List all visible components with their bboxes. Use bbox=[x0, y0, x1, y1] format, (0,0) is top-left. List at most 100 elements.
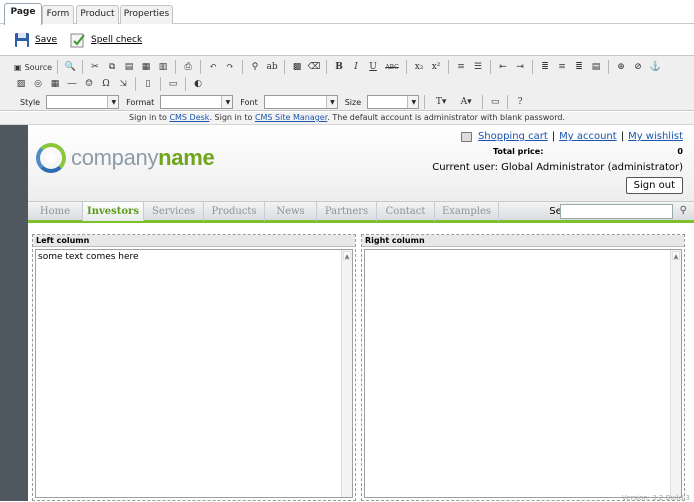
cms-desk-link[interactable]: CMS Desk bbox=[169, 113, 209, 122]
special-char-icon[interactable]: Ω bbox=[99, 77, 113, 91]
shopping-cart-link[interactable]: Shopping cart bbox=[478, 131, 548, 142]
toolbar-separator bbox=[532, 60, 534, 74]
sign-out-button[interactable]: Sign out bbox=[625, 177, 683, 194]
toolbar-separator bbox=[135, 77, 136, 91]
cms-site-manager-link[interactable]: CMS Site Manager bbox=[255, 113, 327, 122]
site-preview: companyname Shopping cart | My account |… bbox=[28, 125, 694, 502]
search-icon[interactable]: ⚲ bbox=[680, 205, 687, 216]
superscript-icon[interactable]: x² bbox=[429, 60, 443, 74]
chevron-down-icon: ▼ bbox=[111, 99, 117, 106]
style-select[interactable]: ▼ bbox=[46, 95, 120, 109]
company-logo[interactable]: companyname bbox=[36, 143, 215, 173]
format-label: Format bbox=[126, 97, 155, 107]
underline-button[interactable]: U bbox=[366, 60, 380, 74]
replace-icon[interactable]: ab bbox=[265, 60, 279, 74]
undo-icon[interactable]: ↶ bbox=[206, 60, 220, 74]
logo-ring-icon bbox=[36, 143, 66, 173]
page-break-icon[interactable]: ⇲ bbox=[116, 77, 130, 91]
strikethrough-button[interactable]: ABC bbox=[383, 60, 401, 74]
spell-check-label: Spell check bbox=[91, 35, 143, 45]
remove-format-icon[interactable]: ⌫ bbox=[307, 60, 321, 74]
toolbar-separator bbox=[490, 60, 492, 74]
print-icon[interactable]: ⎙ bbox=[181, 60, 195, 74]
left-column-scrollbar[interactable]: ▲ bbox=[341, 250, 352, 497]
flash-icon[interactable]: ◎ bbox=[31, 77, 45, 91]
redo-icon[interactable]: ↷ bbox=[223, 60, 237, 74]
scroll-up-icon[interactable]: ▲ bbox=[343, 251, 351, 260]
help-icon[interactable]: ? bbox=[513, 95, 527, 109]
mode-tab-bar: Page Form Product Properties bbox=[0, 0, 694, 25]
unlink-icon[interactable]: ⊘ bbox=[631, 60, 645, 74]
maximize-icon[interactable]: ▭ bbox=[488, 95, 502, 109]
copy-icon[interactable]: ⧉ bbox=[105, 60, 119, 74]
size-label: Size bbox=[344, 97, 362, 107]
search-input[interactable] bbox=[560, 204, 673, 219]
tab-product[interactable]: Product bbox=[76, 5, 119, 24]
image-icon[interactable]: ▨ bbox=[14, 77, 28, 91]
cut-icon[interactable]: ✂ bbox=[88, 60, 102, 74]
media-icon[interactable]: ◐ bbox=[191, 77, 205, 91]
background-color-icon[interactable]: A▾ bbox=[455, 95, 477, 109]
table-icon[interactable]: ▦ bbox=[48, 77, 62, 91]
right-column-editor[interactable]: ▲ bbox=[364, 249, 682, 498]
nav-partners[interactable]: Partners bbox=[317, 202, 377, 221]
tab-properties[interactable]: Properties bbox=[120, 5, 173, 24]
nav-contact[interactable]: Contact bbox=[377, 202, 435, 221]
spell-check-button[interactable]: Spell check bbox=[70, 31, 142, 49]
logo-text: companyname bbox=[71, 145, 215, 171]
spell-check-icon bbox=[70, 33, 85, 48]
horizontal-rule-icon[interactable]: ― bbox=[65, 77, 79, 91]
link-separator: | bbox=[551, 131, 556, 142]
size-select[interactable]: ▼ bbox=[367, 95, 420, 109]
numbered-list-icon[interactable]: ≡ bbox=[454, 60, 468, 74]
toolbar-separator bbox=[242, 60, 244, 74]
align-left-icon[interactable]: ≣ bbox=[538, 60, 552, 74]
nav-examples[interactable]: Examples bbox=[435, 202, 499, 221]
find-icon[interactable]: ⚲ bbox=[248, 60, 262, 74]
tab-page[interactable]: Page bbox=[4, 3, 42, 25]
preview-icon[interactable]: 🔍 bbox=[63, 60, 77, 74]
scroll-up-icon[interactable]: ▲ bbox=[672, 251, 680, 260]
tab-form[interactable]: Form bbox=[42, 5, 74, 24]
save-button[interactable]: Save bbox=[14, 31, 57, 49]
paste-text-icon[interactable]: ▦ bbox=[139, 60, 153, 74]
document-icon[interactable]: ▯ bbox=[141, 77, 155, 91]
floppy-disk-icon bbox=[15, 33, 29, 47]
paste-word-icon[interactable]: ▥ bbox=[156, 60, 170, 74]
toolbar-separator bbox=[175, 60, 177, 74]
right-column-zone: Right column ▲ bbox=[361, 234, 685, 501]
left-column-editor[interactable]: some text comes here ▲ bbox=[35, 249, 353, 498]
anchor-icon[interactable]: ⚓ bbox=[648, 60, 662, 74]
align-center-icon[interactable]: ≡ bbox=[555, 60, 569, 74]
smiley-icon[interactable]: ☺ bbox=[82, 77, 96, 91]
link-icon[interactable]: ⊕ bbox=[614, 60, 628, 74]
toolbar-separator bbox=[424, 95, 426, 109]
editor-toolbar: ▣ Source 🔍 ✂ ⧉ ▤ ▦ ▥ ⎙ ↶ ↷ ⚲ ab ▩ ⌫ B I U… bbox=[0, 55, 694, 111]
nav-services[interactable]: Services bbox=[144, 202, 204, 221]
toolbar-separator bbox=[200, 60, 202, 74]
source-button[interactable]: ▣ Source bbox=[14, 60, 52, 74]
bulleted-list-icon[interactable]: ☰ bbox=[471, 60, 485, 74]
justify-icon[interactable]: ▤ bbox=[589, 60, 603, 74]
font-select[interactable]: ▼ bbox=[263, 95, 338, 109]
indent-icon[interactable]: ⇥ bbox=[513, 60, 527, 74]
bold-button[interactable]: B bbox=[332, 60, 346, 74]
select-all-icon[interactable]: ▩ bbox=[290, 60, 304, 74]
nav-news[interactable]: News bbox=[265, 202, 317, 221]
italic-button[interactable]: I bbox=[349, 60, 363, 74]
align-right-icon[interactable]: ≣ bbox=[572, 60, 586, 74]
right-column-scrollbar[interactable]: ▲ bbox=[670, 250, 681, 497]
paste-icon[interactable]: ▤ bbox=[122, 60, 136, 74]
left-column-text[interactable]: some text comes here bbox=[36, 250, 352, 264]
subscript-icon[interactable]: x₂ bbox=[412, 60, 426, 74]
my-account-link[interactable]: My account bbox=[559, 131, 617, 142]
nav-home[interactable]: Home bbox=[28, 202, 83, 221]
format-select[interactable]: ▼ bbox=[160, 95, 234, 109]
nav-investors[interactable]: Investors bbox=[83, 202, 144, 221]
outdent-icon[interactable]: ⇤ bbox=[496, 60, 510, 74]
text-color-icon[interactable]: T▾ bbox=[430, 95, 452, 109]
my-wishlist-link[interactable]: My wishlist bbox=[628, 131, 683, 142]
widget-icon[interactable]: ▭ bbox=[166, 77, 180, 91]
nav-products[interactable]: Products bbox=[204, 202, 265, 221]
save-label: Save bbox=[35, 35, 58, 45]
